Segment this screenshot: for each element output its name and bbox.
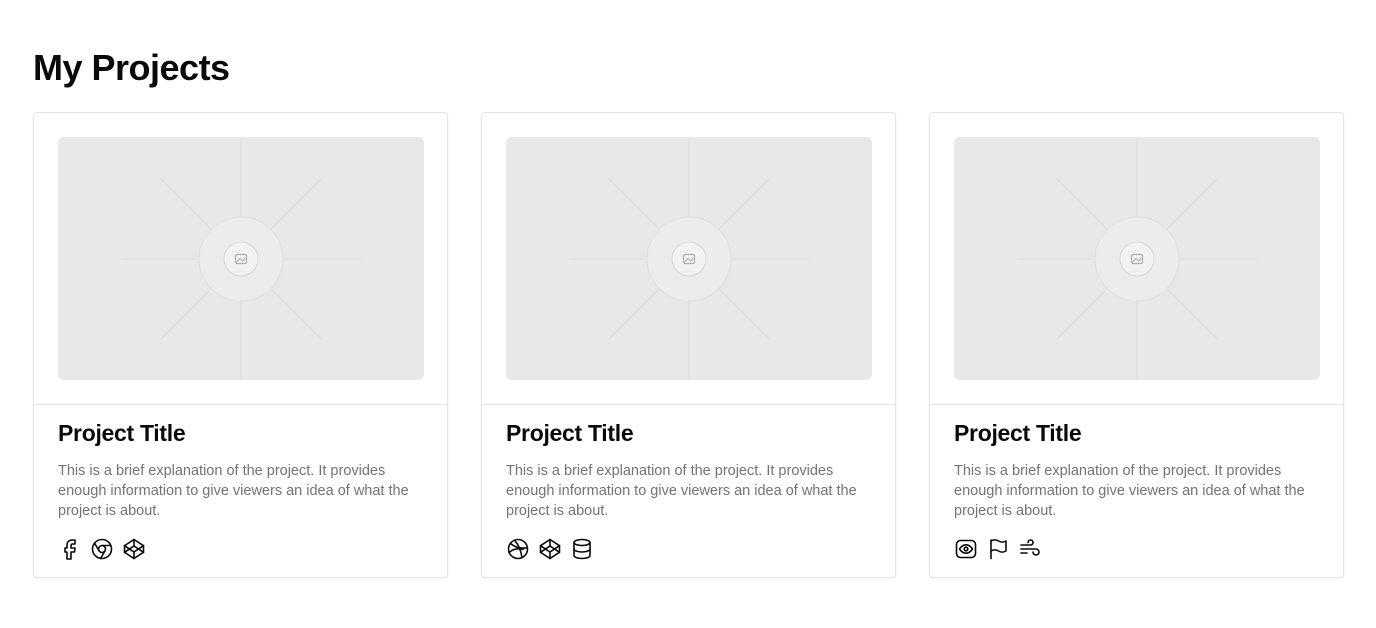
project-description: This is a brief explanation of the proje… bbox=[954, 463, 1305, 519]
codepen-icon[interactable] bbox=[122, 537, 146, 561]
tech-icons bbox=[58, 537, 423, 561]
card-media bbox=[34, 113, 447, 405]
image-placeholder bbox=[954, 137, 1320, 380]
codepen-icon[interactable] bbox=[538, 537, 562, 561]
database-icon[interactable] bbox=[570, 537, 594, 561]
dribbble-icon[interactable] bbox=[506, 537, 530, 561]
chrome-icon[interactable] bbox=[90, 537, 114, 561]
image-placeholder bbox=[506, 137, 872, 380]
image-placeholder-icon bbox=[569, 138, 809, 379]
card-body: Project Title This is a brief explanatio… bbox=[930, 405, 1343, 561]
projects-grid: Project Title This is a brief explanatio… bbox=[33, 112, 1344, 578]
project-description: This is a brief explanation of the proje… bbox=[58, 463, 409, 519]
card-body: Project Title This is a brief explanatio… bbox=[482, 405, 895, 561]
wind-icon[interactable] bbox=[1018, 537, 1042, 561]
image-placeholder bbox=[58, 137, 424, 380]
project-card[interactable]: Project Title This is a brief explanatio… bbox=[929, 112, 1344, 578]
flag-icon[interactable] bbox=[986, 537, 1010, 561]
page: My Projects Project Title This is a brie… bbox=[0, 0, 1376, 628]
project-title: Project Title bbox=[954, 420, 1082, 446]
card-body: Project Title This is a brief explanatio… bbox=[34, 405, 447, 561]
page-title: My Projects bbox=[33, 47, 230, 88]
project-title: Project Title bbox=[58, 420, 186, 446]
tech-icons bbox=[954, 537, 1319, 561]
image-placeholder-icon bbox=[1017, 138, 1257, 379]
card-media bbox=[482, 113, 895, 405]
card-media bbox=[930, 113, 1343, 405]
facebook-icon[interactable] bbox=[58, 537, 82, 561]
eye-icon[interactable] bbox=[954, 537, 978, 561]
image-placeholder-icon bbox=[121, 138, 361, 379]
project-card[interactable]: Project Title This is a brief explanatio… bbox=[33, 112, 448, 578]
project-description: This is a brief explanation of the proje… bbox=[506, 463, 857, 519]
project-title: Project Title bbox=[506, 420, 634, 446]
project-card[interactable]: Project Title This is a brief explanatio… bbox=[481, 112, 896, 578]
tech-icons bbox=[506, 537, 871, 561]
